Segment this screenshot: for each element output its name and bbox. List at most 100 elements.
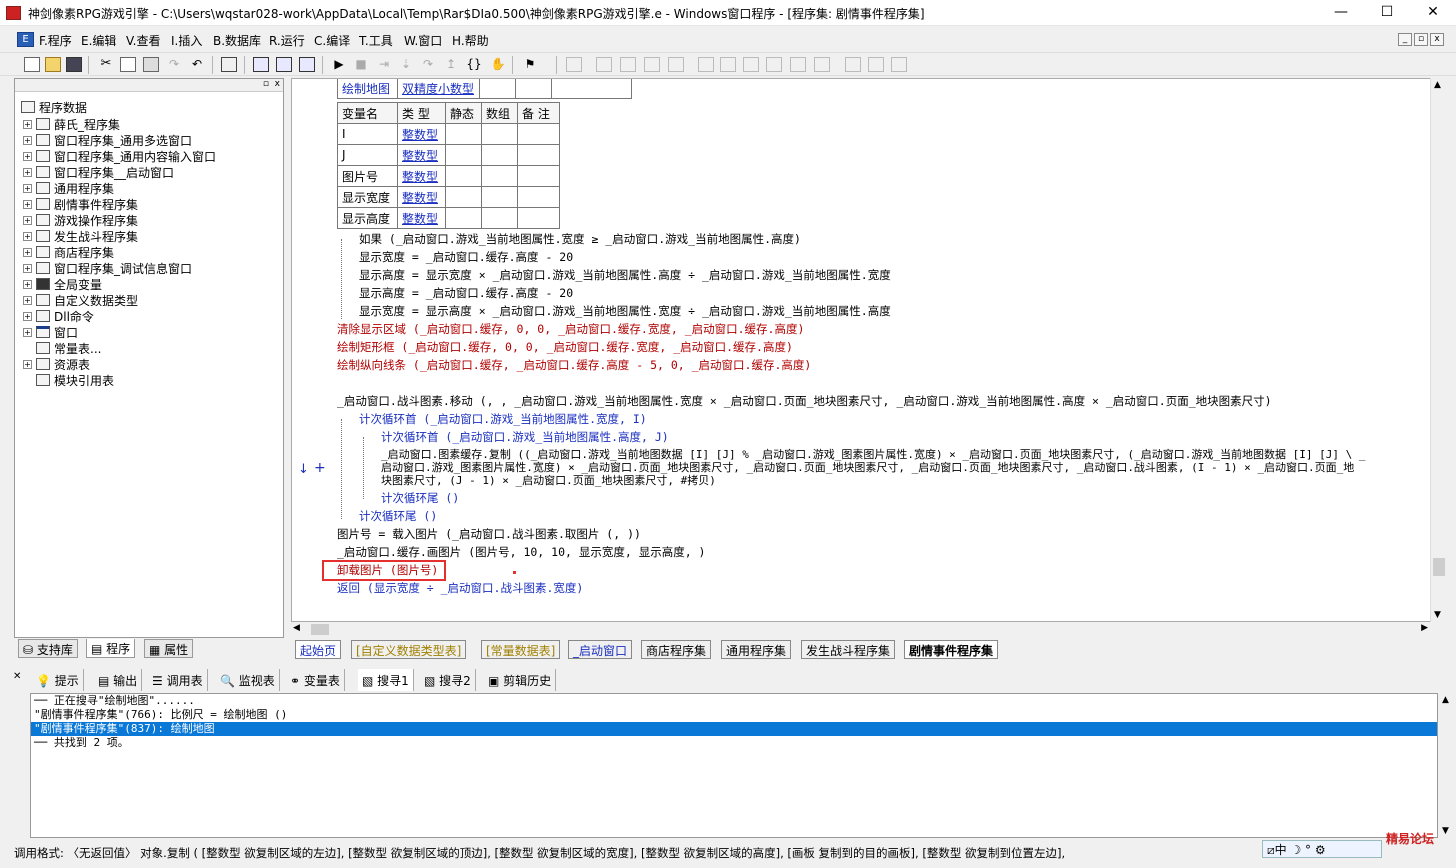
tab-custom-types[interactable]: [自定义数据类型表]	[351, 640, 467, 659]
tree-item[interactable]: + 全局变量	[23, 276, 102, 292]
cut-icon[interactable]: ✂	[98, 57, 114, 72]
tab-constants[interactable]: [常量数据表]	[481, 640, 561, 659]
tab-search2[interactable]: ▧ 搜寻2	[420, 669, 476, 691]
code-line[interactable]: 块图素尺寸, (J - 1) × _启动窗口.页面_地块图素尺寸, #拷贝)	[381, 473, 716, 489]
redo-icon[interactable]: ↷	[166, 57, 182, 72]
tab-support-library[interactable]: ⛁ 支持库	[18, 639, 78, 658]
same-width-icon[interactable]	[698, 57, 714, 72]
var-type[interactable]: 整数型	[397, 207, 446, 229]
tree-item[interactable]: + 剧情事件程序集	[23, 196, 138, 212]
var-type[interactable]: 整数型	[397, 186, 446, 208]
search-output[interactable]: ── 正在搜寻"绘制地图"...... "剧情事件程序集"(766): 比例尺 …	[30, 693, 1438, 838]
tab-story-events[interactable]: 剧情事件程序集	[904, 640, 999, 659]
menu-window[interactable]: W.窗口	[404, 32, 442, 49]
align-left-icon[interactable]	[596, 57, 612, 72]
code-line[interactable]: 计次循环尾 ()	[381, 490, 459, 506]
expand-icon[interactable]: +	[23, 311, 32, 321]
same-size-icon[interactable]	[743, 57, 759, 72]
expand-icon[interactable]: +	[23, 183, 32, 193]
tree-item[interactable]: + Dll命令	[23, 308, 94, 324]
tree-item[interactable]: + 资源表	[23, 356, 90, 372]
var-name[interactable]: 显示宽度	[337, 186, 398, 208]
mdi-close-button[interactable]: x	[1430, 33, 1444, 46]
tree-item[interactable]: 常量表...	[36, 340, 101, 356]
tree-item[interactable]: + 游戏操作程序集	[23, 212, 138, 228]
var-type[interactable]: 整数型	[397, 144, 446, 166]
var-name[interactable]: 显示高度	[337, 207, 398, 229]
tree-item[interactable]: + 通用程序集	[23, 180, 114, 196]
tab-hint[interactable]: 💡 提示	[32, 669, 84, 691]
var-name[interactable]: 图片号	[337, 165, 398, 187]
document-icon[interactable]: E	[17, 32, 34, 47]
code-line[interactable]: 图片号 = 载入图片 (_启动窗口.战斗图素.取图片 (, ))	[337, 526, 641, 542]
expand-icon[interactable]: +	[23, 135, 32, 145]
align-right-icon[interactable]	[644, 57, 660, 72]
var-name[interactable]: J	[337, 144, 398, 166]
menu-insert[interactable]: I.插入	[171, 32, 202, 49]
tab-start-page[interactable]: 起始页	[295, 640, 342, 659]
code-line[interactable]: 显示宽度 = 显示高度 × _启动窗口.游戏_当前地图属性.宽度 ÷ _启动窗口…	[359, 303, 891, 319]
subroutine-name[interactable]: 绘制地图	[337, 79, 398, 99]
tree-root[interactable]: 程序数据	[21, 99, 87, 115]
code-line[interactable]: 计次循环首 (_启动窗口.游戏_当前地图属性.宽度, I)	[359, 411, 647, 427]
tree-item[interactable]: + 薛氏_程序集	[23, 116, 120, 132]
save-icon[interactable]	[66, 57, 82, 72]
align-top-icon[interactable]	[668, 57, 684, 72]
copy-icon[interactable]	[120, 57, 136, 72]
center-v-icon[interactable]	[868, 57, 884, 72]
grid-icon[interactable]	[891, 57, 907, 72]
code-line[interactable]: 显示高度 = 显示宽度 × _启动窗口.游戏_当前地图属性.高度 ÷ _启动窗口…	[359, 267, 891, 283]
tab-properties[interactable]: ▦ 属性	[144, 639, 194, 658]
expand-icon[interactable]: +	[23, 119, 32, 129]
code-line[interactable]: 如果 (_启动窗口.游戏_当前地图属性.宽度 ≥ _启动窗口.游戏_当前地图属性…	[359, 231, 801, 247]
center-h-icon[interactable]	[845, 57, 861, 72]
scroll-up-icon[interactable]: ▲	[1442, 695, 1449, 705]
tree-item[interactable]: + 商店程序集	[23, 244, 114, 260]
panel-float-icon[interactable]: ▫	[263, 79, 269, 89]
code-line[interactable]: 计次循环首 (_启动窗口.游戏_当前地图属性.高度, J)	[381, 429, 669, 445]
menu-edit[interactable]: E.编辑	[81, 32, 116, 49]
tab-output[interactable]: ▤ 输出	[94, 669, 143, 691]
minimize-button[interactable]: —	[1318, 0, 1364, 26]
tree-item[interactable]: + 窗口程序集_通用内容输入窗口	[23, 148, 216, 164]
code-line[interactable]: 显示宽度 = _启动窗口.缓存.高度 - 20	[359, 249, 573, 265]
scroll-up-icon[interactable]: ▲	[1434, 80, 1441, 90]
new-file-icon[interactable]	[24, 57, 40, 72]
list-item[interactable]: ── 共找到 2 项。	[31, 736, 1437, 750]
mdi-restore-button[interactable]: ▫	[1414, 33, 1428, 46]
return-type[interactable]: 双精度小数型	[397, 79, 480, 99]
menu-view[interactable]: V.查看	[126, 32, 160, 49]
scroll-right-icon[interactable]: ▶	[1421, 623, 1428, 633]
tab-search1[interactable]: ▧ 搜寻1	[358, 669, 414, 691]
expand-icon[interactable]: +	[23, 327, 32, 337]
editor-horizontal-scrollbar[interactable]: ◀ ▶	[291, 622, 1430, 637]
table-row[interactable]: J 整数型	[337, 144, 560, 166]
code-line[interactable]: 显示高度 = _启动窗口.缓存.高度 - 20	[359, 285, 573, 301]
step-icon[interactable]: ⇥	[376, 57, 392, 72]
expand-icon[interactable]: +	[23, 247, 32, 257]
mdi-minimize-button[interactable]: _	[1398, 33, 1412, 46]
tab-start-window[interactable]: _启动窗口	[568, 640, 633, 659]
menu-compile[interactable]: C.编译	[314, 32, 350, 49]
table-row[interactable]: 显示宽度 整数型	[337, 186, 560, 208]
tab-common[interactable]: 通用程序集	[721, 640, 792, 659]
tree-item[interactable]: + 窗口	[23, 324, 78, 340]
list-item[interactable]: ── 正在搜寻"绘制地图"......	[31, 694, 1437, 708]
tab-program[interactable]: ▤ 程序	[86, 639, 136, 658]
tree-item[interactable]: 模块引用表	[36, 372, 114, 388]
tab-call-stack[interactable]: ☰ 调用表	[148, 669, 208, 691]
align-center-icon[interactable]	[620, 57, 636, 72]
scroll-thumb[interactable]	[1433, 558, 1445, 576]
tree-item[interactable]: + 自定义数据类型	[23, 292, 138, 308]
layout-grid-icon[interactable]	[299, 57, 315, 72]
open-folder-icon[interactable]	[45, 57, 61, 72]
space-h-icon[interactable]	[766, 57, 782, 72]
scroll-down-icon[interactable]: ▼	[1442, 826, 1449, 836]
code-line[interactable]: 计次循环尾 ()	[359, 508, 437, 524]
panel-close-icon[interactable]: x	[275, 79, 280, 89]
braces-icon[interactable]: {}	[466, 57, 482, 72]
hand-icon[interactable]: ✋	[490, 57, 506, 72]
tab-shop[interactable]: 商店程序集	[641, 640, 712, 659]
layout-top-icon[interactable]	[276, 57, 292, 72]
stop-icon[interactable]: ■	[353, 57, 369, 72]
